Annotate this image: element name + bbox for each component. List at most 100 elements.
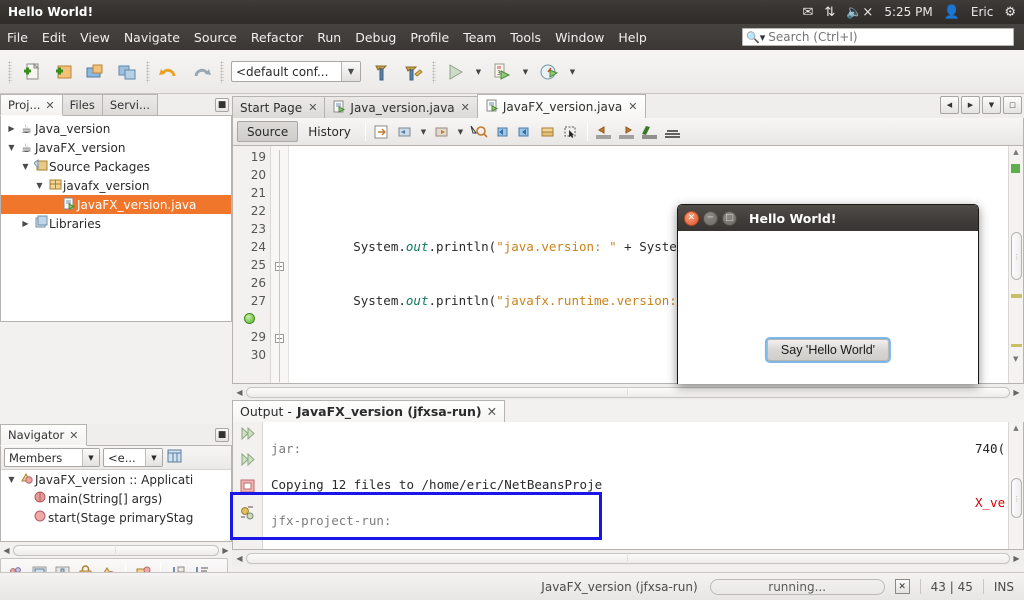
new-file-icon[interactable]	[16, 57, 46, 87]
chevron-down-icon[interactable]: ▼	[145, 449, 162, 466]
tab-projects[interactable]: Proj... ✕	[0, 94, 63, 116]
scroll-left-icon[interactable]: ◀	[940, 96, 959, 114]
tab-output[interactable]: Output - JavaFX_version (jfxsa-run) ✕	[232, 400, 506, 422]
back-icon[interactable]	[394, 121, 416, 143]
status-progress-bar[interactable]: running...	[709, 578, 885, 595]
close-icon[interactable]: ✕	[461, 101, 470, 114]
tree-item-javafx-version[interactable]: ▼ ☕ JavaFX_version	[1, 138, 231, 157]
twisty-expanded-icon[interactable]: ▼	[33, 181, 46, 190]
view-tab-history[interactable]: History	[299, 121, 360, 142]
scroll-left-icon[interactable]: ◀	[233, 554, 246, 563]
output-horizontal-scrollbar[interactable]: ◀ ⋮ ▶	[232, 550, 1024, 566]
tab-services[interactable]: Servi...	[101, 94, 158, 115]
scroll-right-icon[interactable]: ▶	[1010, 554, 1023, 563]
scrollbar-thumb[interactable]: ⋮	[13, 544, 219, 556]
scrollbar-thumb[interactable]: ⋮	[1011, 232, 1022, 280]
toolbar-drag-handle-3[interactable]	[220, 60, 224, 83]
menu-help[interactable]: Help	[611, 28, 654, 47]
chevron-down-icon[interactable]: ▼	[82, 449, 99, 466]
navigator-filter-combo[interactable]: <e... ▼	[103, 448, 163, 467]
close-icon[interactable]: ✕	[628, 100, 637, 113]
navigator-item-class[interactable]: ▼ JavaFX_version :: Applicati	[1, 470, 231, 489]
last-edit-icon[interactable]	[371, 121, 393, 143]
minimize-window-icon[interactable]: ■	[215, 428, 229, 442]
navigator-item-main[interactable]: main(String[] args)	[1, 489, 231, 508]
toggle-rectangular-selection-icon[interactable]	[560, 121, 582, 143]
menu-tools[interactable]: Tools	[503, 28, 548, 47]
toolbar-drag-handle-2[interactable]	[146, 60, 150, 83]
scrollbar-thumb[interactable]: ⋮	[246, 552, 1010, 564]
say-hello-world-button[interactable]: Say 'Hello World'	[764, 337, 892, 363]
search-box[interactable]: 🔍▾	[742, 28, 1014, 46]
tree-item-java-version[interactable]: ▶ ☕ Java_version	[1, 119, 231, 138]
cancel-task-icon[interactable]: ✕	[894, 579, 910, 594]
run-project-icon[interactable]	[440, 57, 470, 87]
chevron-down-icon[interactable]: ▼	[341, 62, 360, 81]
shift-line-left-icon[interactable]	[593, 121, 615, 143]
scrollbar-thumb[interactable]: ⋮	[246, 386, 1010, 398]
scroll-up-icon[interactable]: ▲	[1009, 424, 1023, 432]
navigator-scope-combo[interactable]: Members ▼	[4, 448, 100, 467]
new-project-icon[interactable]	[48, 57, 78, 87]
run-dropdown-icon[interactable]: ▼	[472, 58, 485, 86]
twisty-expanded-icon[interactable]: ▼	[5, 475, 18, 484]
debug-project-icon[interactable]: 3	[487, 57, 517, 87]
twisty-collapsed-icon[interactable]: ▶	[19, 219, 32, 228]
mail-icon[interactable]: ✉	[802, 6, 813, 19]
navigator-view-icon[interactable]	[166, 448, 183, 467]
tab-java-version-java[interactable]: Java_version.java ✕	[324, 96, 478, 118]
search-input[interactable]	[768, 30, 1010, 44]
shift-line-right-icon[interactable]	[616, 121, 638, 143]
comment-icon[interactable]	[639, 121, 661, 143]
twisty-expanded-icon[interactable]: ▼	[19, 162, 32, 171]
tab-javafx-version-java[interactable]: JavaFX_version.java ✕	[476, 94, 646, 118]
profile-project-icon[interactable]	[534, 57, 564, 87]
hello-world-titlebar[interactable]: ✕ ─ □ Hello World!	[678, 205, 978, 231]
menu-refactor[interactable]: Refactor	[244, 28, 310, 47]
twisty-collapsed-icon[interactable]: ▶	[5, 124, 18, 133]
projects-tree[interactable]: ▶ ☕ Java_version ▼ ☕ JavaFX_version ▼ So…	[0, 116, 232, 322]
scroll-left-icon[interactable]: ◀	[233, 388, 246, 397]
redo-icon[interactable]	[186, 57, 216, 87]
tree-item-javafx-package[interactable]: ▼ javafx_version	[1, 176, 231, 195]
forward-dropdown-icon[interactable]: ▼	[454, 118, 467, 146]
tab-start-page[interactable]: Start Page ✕	[232, 96, 326, 118]
tab-navigator[interactable]: Navigator ✕	[0, 424, 87, 446]
menu-profile[interactable]: Profile	[403, 28, 456, 47]
close-icon[interactable]: ✕	[45, 99, 54, 112]
scroll-right-icon[interactable]: ▶	[961, 96, 980, 114]
user-name-label[interactable]: Eric	[971, 5, 993, 19]
hello-world-window[interactable]: ✕ ─ □ Hello World! Say 'Hello World'	[677, 204, 979, 384]
tab-files[interactable]: Files	[61, 94, 103, 115]
rerun-icon[interactable]	[239, 426, 257, 444]
build-project-icon[interactable]	[366, 57, 396, 87]
minimize-window-icon[interactable]: ■	[215, 98, 229, 112]
menu-file[interactable]: File	[0, 28, 35, 47]
toolbar-drag-handle-4[interactable]	[432, 60, 436, 83]
find-selection-icon[interactable]	[468, 121, 490, 143]
clean-and-build-icon[interactable]	[398, 57, 428, 87]
menu-source[interactable]: Source	[187, 28, 244, 47]
undo-icon[interactable]	[154, 57, 184, 87]
minimize-icon[interactable]: ─	[703, 210, 718, 226]
tree-item-source-packages[interactable]: ▼ Source Packages	[1, 157, 231, 176]
next-bookmark-icon[interactable]	[514, 121, 536, 143]
forward-icon[interactable]	[431, 121, 453, 143]
menu-debug[interactable]: Debug	[348, 28, 403, 47]
profile-dropdown-icon[interactable]: ▼	[566, 58, 579, 86]
code-horizontal-scrollbar[interactable]: ◀ ⋮ ▶	[232, 384, 1024, 400]
code-folding-column[interactable]: − −	[271, 146, 289, 383]
scroll-left-icon[interactable]: ◀	[0, 546, 13, 555]
tree-item-javafx-version-java[interactable]: JavaFX_version.java	[1, 195, 231, 214]
menu-edit[interactable]: Edit	[35, 28, 73, 47]
volume-muted-icon[interactable]: 🔈×	[846, 6, 873, 19]
view-tab-source[interactable]: Source	[237, 121, 299, 142]
scroll-right-icon[interactable]: ▶	[1010, 388, 1023, 397]
toolbar-drag-handle[interactable]	[8, 60, 12, 83]
back-dropdown-icon[interactable]: ▼	[417, 118, 430, 146]
close-icon[interactable]: ✕	[684, 210, 699, 226]
scroll-down-icon[interactable]: ▼	[1013, 355, 1018, 363]
open-project-icon[interactable]	[80, 57, 110, 87]
twisty-expanded-icon[interactable]: ▼	[5, 143, 18, 152]
navigator-horizontal-scrollbar[interactable]: ◀ ⋮ ▶	[0, 542, 232, 558]
